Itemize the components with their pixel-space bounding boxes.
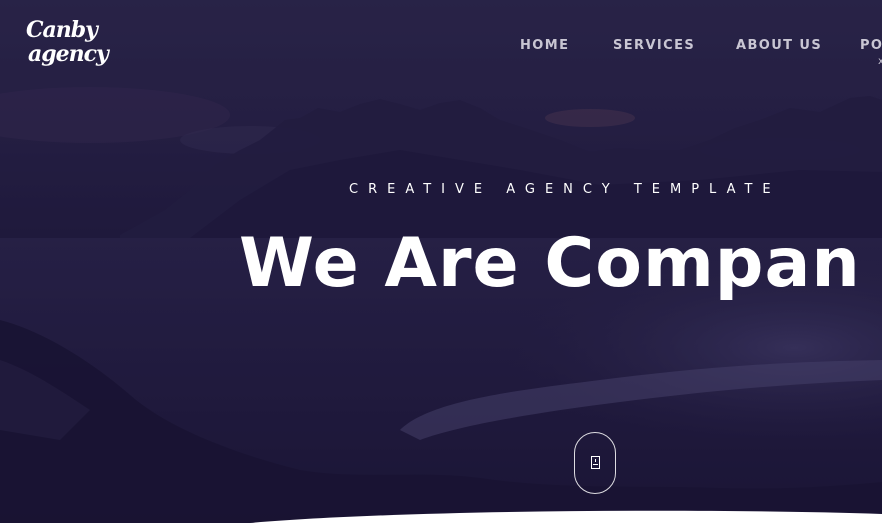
nav-item-services[interactable]: SERVICES xyxy=(613,38,695,53)
logo-text-line2: agency xyxy=(28,41,109,67)
nav-item-home[interactable]: HOME xyxy=(520,38,569,53)
nav-item-about-us[interactable]: ABOUT US xyxy=(736,38,822,53)
scroll-down-icon xyxy=(591,456,600,469)
hero-headline: We Are Compan xyxy=(239,224,861,303)
nav-item-portfolio[interactable]: PO xyxy=(860,38,882,53)
hero-tagline: CREATIVE AGENCY TEMPLATE xyxy=(349,182,781,197)
scroll-down-button[interactable] xyxy=(574,432,616,494)
hero-section: Canby agency HOME SERVICES ABOUT US PO x… xyxy=(0,0,882,523)
logo-text-line1: Canby xyxy=(26,17,98,43)
nav-close-icon[interactable]: x xyxy=(878,56,882,67)
section-bottom-curve xyxy=(250,510,882,523)
brand-logo[interactable]: Canby agency xyxy=(26,17,109,76)
